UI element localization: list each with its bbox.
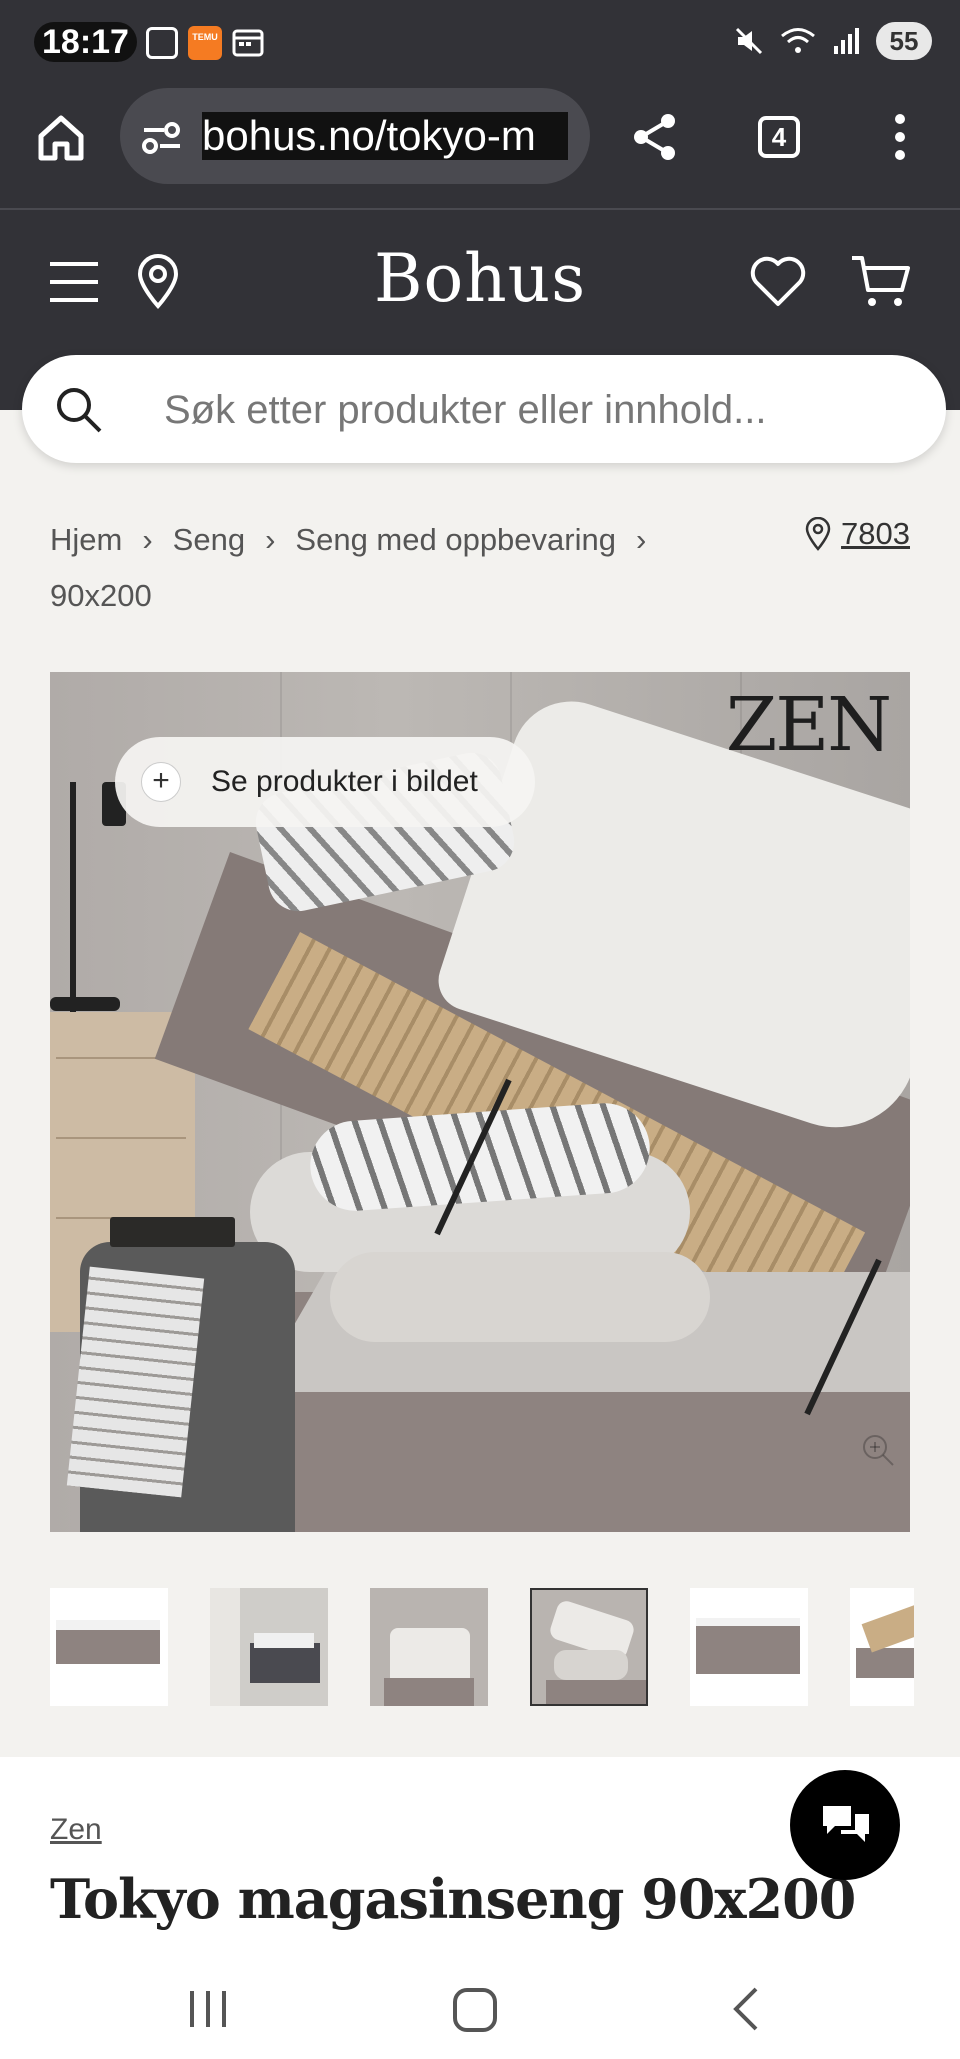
search-icon xyxy=(57,388,102,433)
cart-icon[interactable] xyxy=(850,254,910,310)
url-text[interactable]: bohus.no/tokyo-m xyxy=(202,112,568,160)
calendar-icon xyxy=(232,29,264,57)
breadcrumb-item-current: 90x200 xyxy=(50,578,152,613)
status-time: 18:17 xyxy=(34,22,137,62)
browser-toolbar: bohus.no/tokyo-m 4 xyxy=(0,86,960,210)
brand-watermark: ZEN xyxy=(725,682,892,768)
temu-app-icon: TEMU xyxy=(188,26,222,60)
home-button-icon[interactable] xyxy=(452,1987,498,2033)
chevron-right-icon: › xyxy=(635,522,647,557)
mute-icon xyxy=(735,27,763,55)
see-products-label: Se produkter i bildet xyxy=(211,765,478,798)
signal-icon xyxy=(834,28,859,54)
site-settings-icon[interactable] xyxy=(140,118,184,158)
chat-bubbles-icon xyxy=(823,1806,869,1842)
thumbnail-2[interactable] xyxy=(210,1588,328,1706)
search-input[interactable] xyxy=(162,379,906,441)
thumbnail-1[interactable] xyxy=(50,1588,168,1706)
breadcrumb: Hjem › Seng › Seng med oppbevaring › 90x200 xyxy=(50,512,910,624)
site-logo[interactable]: Bohus xyxy=(0,240,960,317)
thumbnail-6[interactable] xyxy=(850,1588,914,1706)
wishlist-heart-icon[interactable] xyxy=(750,256,806,308)
status-notifications: TEMU xyxy=(146,26,264,60)
home-icon[interactable] xyxy=(36,112,86,162)
share-icon[interactable] xyxy=(630,112,680,162)
plus-icon: + xyxy=(141,762,181,802)
search-bar[interactable] xyxy=(22,355,946,463)
thumbnail-4-selected[interactable] xyxy=(530,1588,648,1706)
more-menu-icon[interactable] xyxy=(880,112,920,162)
status-system-icons: 55 xyxy=(734,22,932,60)
system-nav-bar xyxy=(0,1957,960,2059)
chevron-right-icon: › xyxy=(142,522,153,557)
tab-switcher-button[interactable]: 4 xyxy=(758,116,800,158)
store-code[interactable]: 7803 xyxy=(841,512,910,556)
status-bar: 18:17 TEMU 55 xyxy=(0,0,960,86)
image-throw xyxy=(66,1266,205,1498)
store-selector[interactable]: 7803 xyxy=(805,512,910,556)
thumbnail-strip xyxy=(50,1588,914,1708)
breadcrumb-item-seng[interactable]: Seng xyxy=(173,522,245,557)
recent-apps-icon[interactable] xyxy=(186,1987,230,2031)
back-icon[interactable] xyxy=(726,1985,766,2033)
zoom-icon[interactable] xyxy=(860,1432,896,1468)
product-brand-link[interactable]: Zen xyxy=(50,1813,102,1847)
chat-button[interactable] xyxy=(790,1770,900,1880)
breadcrumb-item-storage-beds[interactable]: Seng med oppbevaring xyxy=(295,522,616,557)
chevron-right-icon: › xyxy=(265,522,276,557)
thumbnail-3[interactable] xyxy=(370,1588,488,1706)
battery-indicator: 55 xyxy=(876,22,932,60)
thumbnail-5[interactable] xyxy=(690,1588,808,1706)
location-pin-icon xyxy=(805,517,831,551)
product-main-image[interactable]: ZEN + Se produkter i bildet xyxy=(50,672,910,1532)
wifi-icon xyxy=(781,28,815,53)
see-products-in-image-button[interactable]: + Se produkter i bildet xyxy=(115,737,535,827)
screenshot-icon xyxy=(146,27,178,59)
product-title: Tokyo magasinseng 90x200 xyxy=(50,1867,856,1931)
breadcrumb-item-home[interactable]: Hjem xyxy=(50,522,122,557)
